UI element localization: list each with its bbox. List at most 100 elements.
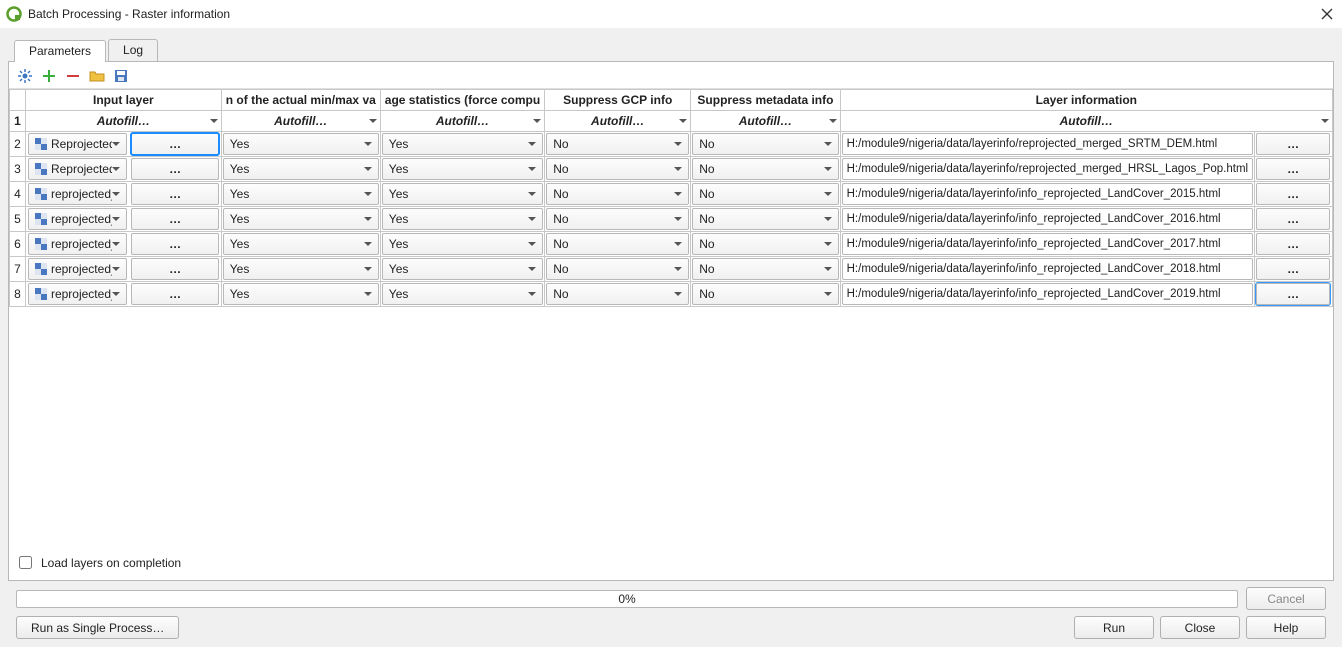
gcp-select[interactable]: No <box>546 258 689 280</box>
gear-settings-icon[interactable] <box>17 68 33 84</box>
output-browse-button[interactable]: … <box>1256 158 1330 180</box>
gcp-value: No <box>553 287 674 301</box>
output-path-input[interactable]: H:/module9/nigeria/data/layerinfo/info_r… <box>842 258 1253 280</box>
gcp-select[interactable]: No <box>546 233 689 255</box>
stats-select[interactable]: Yes <box>382 283 543 305</box>
input-layer-browse-button[interactable]: … <box>131 208 218 230</box>
output-path-input[interactable]: H:/module9/nigeria/data/layerinfo/reproj… <box>842 133 1253 155</box>
add-row-icon[interactable] <box>41 68 57 84</box>
input-layer-browse-button[interactable]: … <box>131 133 218 155</box>
minmax-select[interactable]: Yes <box>223 183 379 205</box>
input-layer-browse-button[interactable]: … <box>131 233 218 255</box>
input-layer-combo[interactable]: Reprojected_merged_ <box>28 133 127 155</box>
minmax-select[interactable]: Yes <box>223 208 379 230</box>
row-number[interactable]: 8 <box>10 282 26 307</box>
header-rownum <box>10 90 26 111</box>
header-stats[interactable]: age statistics (force compu <box>380 90 544 111</box>
output-browse-button[interactable]: … <box>1256 133 1330 155</box>
chevron-down-icon <box>364 192 372 196</box>
output-browse-button[interactable]: … <box>1256 283 1330 305</box>
output-browse-button[interactable]: … <box>1256 258 1330 280</box>
meta-select[interactable]: No <box>692 158 838 180</box>
autofill-input[interactable]: Autofill… <box>25 111 221 132</box>
stats-select[interactable]: Yes <box>382 133 543 155</box>
meta-select[interactable]: No <box>692 208 838 230</box>
close-icon[interactable] <box>1320 7 1334 21</box>
autofill-label: Autofill… <box>1060 114 1113 128</box>
output-path-input[interactable]: H:/module9/nigeria/data/layerinfo/reproj… <box>842 158 1253 180</box>
chevron-down-icon <box>528 267 536 271</box>
close-button[interactable]: Close <box>1160 616 1240 639</box>
output-path-input[interactable]: H:/module9/nigeria/data/layerinfo/info_r… <box>842 283 1253 305</box>
meta-select[interactable]: No <box>692 258 838 280</box>
autofill-output[interactable]: Autofill… <box>840 111 1332 132</box>
input-layer-combo[interactable]: reprojected_LandCov <box>28 258 127 280</box>
stats-select[interactable]: Yes <box>382 158 543 180</box>
output-browse-button[interactable]: … <box>1256 183 1330 205</box>
input-layer-browse-button[interactable]: … <box>131 158 218 180</box>
header-minmax[interactable]: n of the actual min/max va <box>221 90 380 111</box>
stats-select[interactable]: Yes <box>382 233 543 255</box>
gcp-select[interactable]: No <box>546 183 689 205</box>
open-icon[interactable] <box>89 68 105 84</box>
stats-select[interactable]: Yes <box>382 208 543 230</box>
autofill-stats[interactable]: Autofill… <box>380 111 544 132</box>
gcp-select[interactable]: No <box>546 158 689 180</box>
input-layer-browse-button[interactable]: … <box>131 258 218 280</box>
cancel-button[interactable]: Cancel <box>1246 587 1326 610</box>
meta-select[interactable]: No <box>692 183 838 205</box>
save-icon[interactable] <box>113 68 129 84</box>
chevron-down-icon <box>824 242 832 246</box>
autofill-gcp[interactable]: Autofill… <box>545 111 691 132</box>
input-layer-browse-button[interactable]: … <box>131 283 218 305</box>
row-number[interactable]: 7 <box>10 257 26 282</box>
gcp-value: No <box>553 237 674 251</box>
header-input-layer[interactable]: Input layer <box>25 90 221 111</box>
row-number[interactable]: 3 <box>10 157 26 182</box>
chevron-down-icon <box>112 192 120 196</box>
run-button[interactable]: Run <box>1074 616 1154 639</box>
header-suppress-meta[interactable]: Suppress metadata info <box>691 90 840 111</box>
gcp-select[interactable]: No <box>546 208 689 230</box>
stats-select[interactable]: Yes <box>382 183 543 205</box>
output-path-input[interactable]: H:/module9/nigeria/data/layerinfo/info_r… <box>842 233 1253 255</box>
minmax-select[interactable]: Yes <box>223 258 379 280</box>
tab-log[interactable]: Log <box>108 39 158 61</box>
load-layers-checkbox[interactable] <box>19 556 32 569</box>
input-layer-browse-button[interactable]: … <box>131 183 218 205</box>
window: Batch Processing - Raster information Pa… <box>0 0 1342 647</box>
input-layer-combo[interactable]: reprojected_LandCov <box>28 283 127 305</box>
output-path-input[interactable]: H:/module9/nigeria/data/layerinfo/info_r… <box>842 183 1253 205</box>
output-browse-button[interactable]: … <box>1256 233 1330 255</box>
meta-select[interactable]: No <box>692 233 838 255</box>
help-button[interactable]: Help <box>1246 616 1326 639</box>
autofill-meta[interactable]: Autofill… <box>691 111 840 132</box>
input-layer-combo[interactable]: Reprojected_HRSL_La <box>28 158 127 180</box>
gcp-select[interactable]: No <box>546 133 689 155</box>
minmax-select[interactable]: Yes <box>223 283 379 305</box>
stats-select[interactable]: Yes <box>382 258 543 280</box>
input-layer-combo[interactable]: reprojected_LandCov <box>28 208 127 230</box>
input-layer-combo[interactable]: reprojected_LandCov <box>28 183 127 205</box>
tab-parameters[interactable]: Parameters <box>14 40 106 62</box>
row-number[interactable]: 5 <box>10 207 26 232</box>
minmax-select[interactable]: Yes <box>223 233 379 255</box>
minmax-select[interactable]: Yes <box>223 133 379 155</box>
chevron-down-icon <box>674 142 682 146</box>
meta-select[interactable]: No <box>692 283 838 305</box>
autofill-minmax[interactable]: Autofill… <box>221 111 380 132</box>
output-browse-button[interactable]: … <box>1256 208 1330 230</box>
row-number[interactable]: 6 <box>10 232 26 257</box>
header-suppress-gcp[interactable]: Suppress GCP info <box>545 90 691 111</box>
chevron-down-icon <box>528 192 536 196</box>
meta-select[interactable]: No <box>692 133 838 155</box>
header-layer-information[interactable]: Layer information <box>840 90 1332 111</box>
gcp-select[interactable]: No <box>546 283 689 305</box>
input-layer-combo[interactable]: reprojected_LandCov <box>28 233 127 255</box>
run-single-process-button[interactable]: Run as Single Process… <box>16 616 179 639</box>
minmax-select[interactable]: Yes <box>223 158 379 180</box>
row-number[interactable]: 4 <box>10 182 26 207</box>
output-path-input[interactable]: H:/module9/nigeria/data/layerinfo/info_r… <box>842 208 1253 230</box>
remove-row-icon[interactable] <box>65 68 81 84</box>
row-number[interactable]: 2 <box>10 132 26 157</box>
